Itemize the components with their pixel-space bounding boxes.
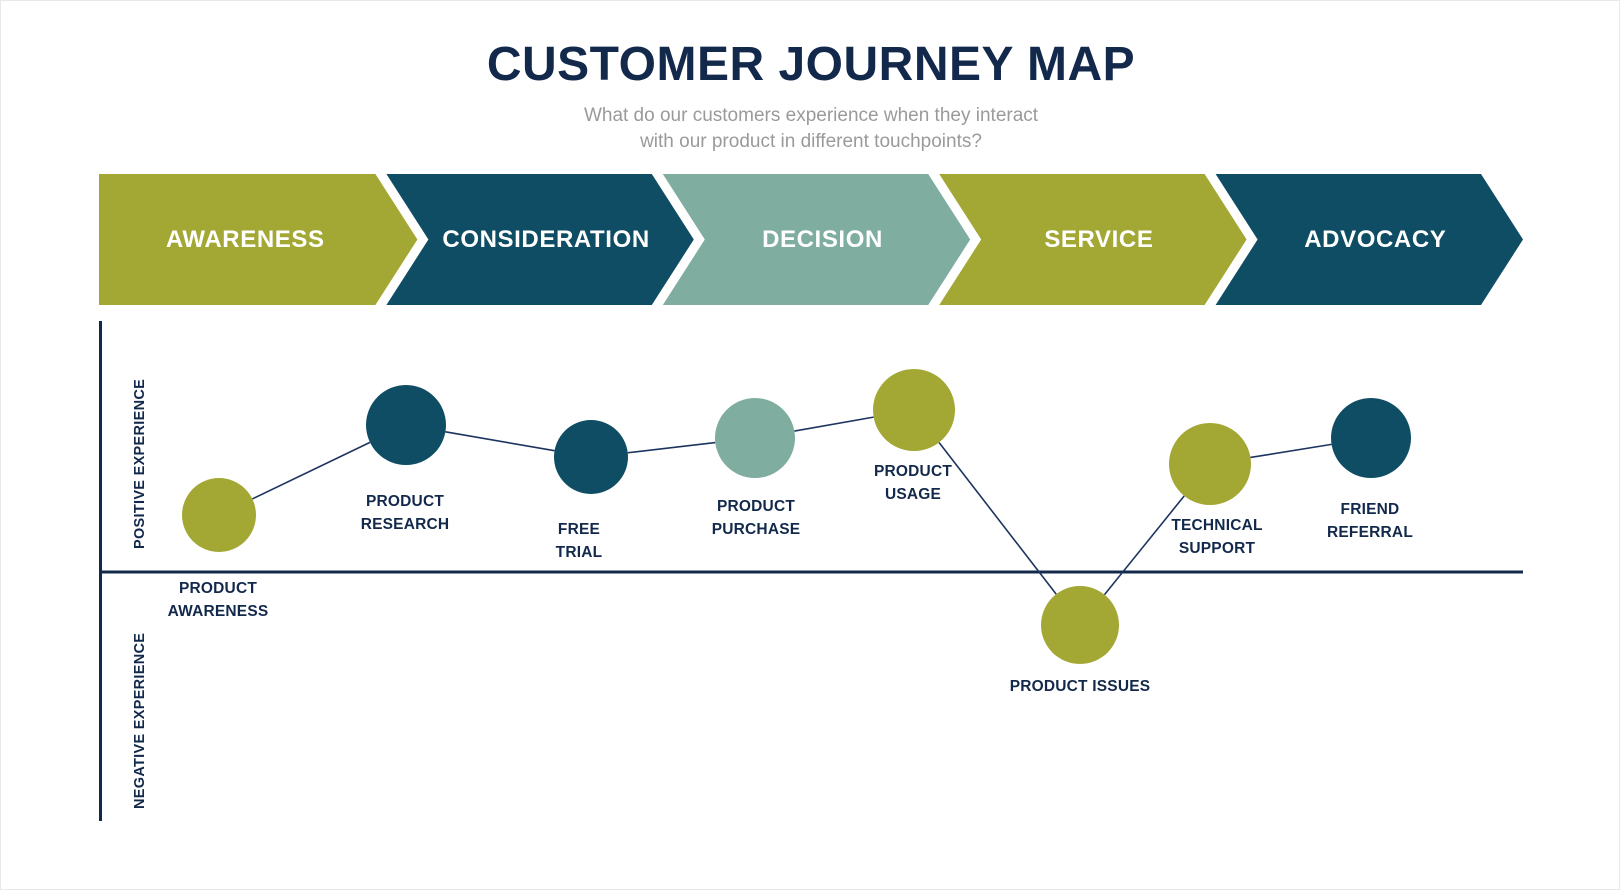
header: CUSTOMER JOURNEY MAP What do our custome…: [1, 38, 1619, 155]
stage-banner: AWARENESS CONSIDERATION DECISION SERVICE ADV…: [99, 174, 1523, 305]
touchpoint-label-product-research: PRODUCT RESEARCH: [361, 493, 450, 533]
stage-label-advocacy: ADVOCACY: [1304, 226, 1446, 253]
touchpoint-label-free-trial: FREE TRIAL: [556, 521, 603, 561]
touchpoint-label-line: FRIEND: [1341, 501, 1400, 518]
touchpoint-bubble-free-trial[interactable]: [554, 420, 628, 494]
touchpoint-label-line: SUPPORT: [1179, 540, 1256, 557]
touchpoint-label-line: FREE: [558, 521, 600, 538]
touchpoint-label-line: REFERRAL: [1327, 524, 1413, 541]
touchpoint-label-technical-support: TECHNICAL SUPPORT: [1171, 517, 1262, 557]
journey-connector-segment: [445, 431, 555, 452]
touchpoint-bubble-product-usage[interactable]: [873, 369, 955, 451]
touchpoint-label-line: PRODUCT: [366, 493, 444, 510]
touchpoint-label-line: AWARENESS: [168, 603, 269, 620]
touchpoint-label-line: PRODUCT: [717, 498, 795, 515]
touchpoint-label-line: TRIAL: [556, 544, 603, 561]
touchpoint-label-product-issues: PRODUCT ISSUES: [1010, 678, 1151, 695]
touchpoint-label-friend-referral: FRIEND REFERRAL: [1327, 501, 1413, 541]
axis-caption-negative: NEGATIVE EXPERIENCE: [132, 632, 148, 809]
subtitle-line-2: with our product in different touchpoint…: [640, 131, 982, 153]
stage-label-awareness: AWARENESS: [166, 226, 325, 253]
touchpoint-label-line: PURCHASE: [712, 521, 801, 538]
touchpoint-label-line: USAGE: [885, 486, 941, 503]
page-title: CUSTOMER JOURNEY MAP: [486, 38, 1136, 91]
touchpoint-label-product-usage: PRODUCT USAGE: [874, 463, 952, 503]
axis-caption-positive: POSITIVE EXPERIENCE: [132, 378, 148, 549]
touchpoint-label-product-purchase: PRODUCT PURCHASE: [712, 498, 801, 538]
stage-label-decision: DECISION: [762, 226, 883, 253]
touchpoint-bubble-product-purchase[interactable]: [715, 398, 795, 478]
stage-label-service: SERVICE: [1044, 226, 1153, 253]
journey-connector-segment: [1250, 443, 1332, 459]
touchpoint-bubble-friend-referral[interactable]: [1331, 398, 1411, 478]
journey-connector-segment: [251, 441, 371, 500]
touchpoint-label-line: RESEARCH: [361, 516, 450, 533]
journey-connector-segment: [794, 416, 874, 432]
customer-journey-map-canvas: CUSTOMER JOURNEY MAP What do our custome…: [0, 0, 1620, 890]
touchpoint-label-line: TECHNICAL: [1171, 517, 1262, 534]
journey-connector-segment: [627, 441, 716, 454]
journey-plot: PRODUCT AWARENESS PRODUCT RESEARCH FREE TRIAL…: [99, 321, 1523, 821]
page-subtitle: What do our customers experience when th…: [1, 103, 1619, 155]
touchpoint-label-line: PRODUCT: [874, 463, 952, 480]
touchpoint-label-line: PRODUCT ISSUES: [1010, 678, 1151, 695]
touchpoint-label-line: PRODUCT: [179, 580, 257, 597]
subtitle-line-1: What do our customers experience when th…: [583, 104, 1039, 126]
touchpoint-bubble-product-awareness[interactable]: [182, 478, 256, 552]
touchpoint-label-product-awareness: PRODUCT AWARENESS: [168, 580, 269, 620]
touchpoint-bubble-product-issues[interactable]: [1041, 586, 1119, 664]
touchpoint-bubble-technical-support[interactable]: [1169, 423, 1251, 505]
stage-label-consideration: CONSIDERATION: [442, 226, 649, 253]
touchpoint-bubble-product-research[interactable]: [366, 385, 446, 465]
journey-connector-segment: [1103, 495, 1185, 596]
